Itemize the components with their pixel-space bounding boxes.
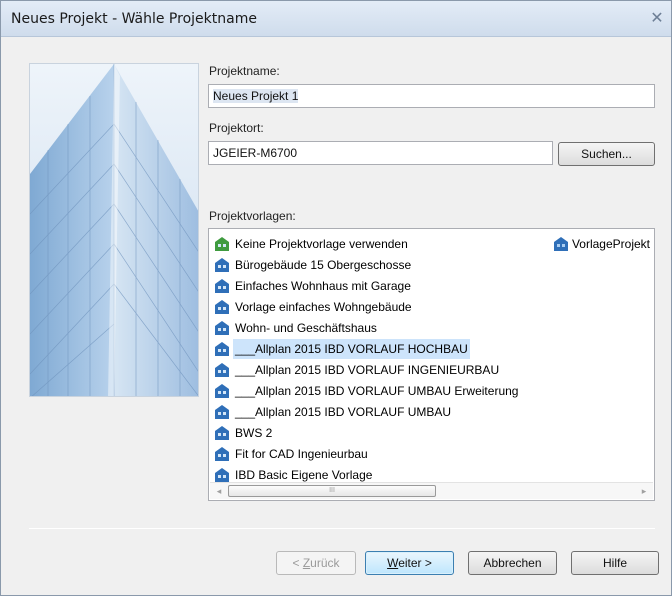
list-item-label: Keine Projektvorlage verwenden — [235, 237, 408, 251]
help-button[interactable]: Hilfe — [571, 551, 659, 575]
list-item-label: ___Allplan 2015 IBD VORLAUF UMBAU Erweit… — [235, 384, 519, 398]
building-blue-icon — [215, 321, 229, 335]
horizontal-scrollbar[interactable]: ◂ III ▸ — [210, 482, 653, 499]
building-blue-icon — [215, 342, 229, 356]
back-prefix: < — [292, 556, 303, 570]
list-item[interactable]: Fit for CAD Ingenieurbau — [213, 444, 370, 464]
scroll-grip-icon: III — [329, 487, 335, 494]
list-item-label: ___Allplan 2015 IBD VORLAUF UMBAU — [235, 405, 452, 419]
building-blue-icon — [215, 468, 229, 482]
cancel-button[interactable]: Abbrechen — [468, 551, 557, 575]
list-item-label: Wohn- und Geschäftshaus — [235, 321, 377, 335]
list-item[interactable]: BWS 2 — [213, 423, 274, 443]
building-blue-icon — [553, 237, 568, 251]
scroll-thumb[interactable]: III — [228, 485, 436, 497]
list-item[interactable]: ___Allplan 2015 IBD VORLAUF INGENIEURBAU — [213, 360, 501, 380]
building-illustration — [29, 63, 199, 397]
project-templates-label: Projektvorlagen: — [209, 209, 296, 223]
close-icon[interactable]: ✕ — [647, 9, 667, 29]
list-item-label: Einfaches Wohnhaus mit Garage — [235, 279, 411, 293]
new-project-dialog: Neues Projekt - Wähle Projektname ✕ Proj… — [0, 0, 672, 596]
next-rest: eiter > — [398, 556, 432, 570]
building-blue-icon — [215, 426, 229, 440]
list-item[interactable]: Wohn- und Geschäftshaus — [213, 318, 379, 338]
list-item[interactable]: ___Allplan 2015 IBD VORLAUF HOCHBAU — [213, 339, 470, 359]
cancel-label: Abbrechen — [483, 556, 542, 570]
footer-divider — [29, 528, 655, 529]
help-label: Hilfe — [602, 556, 627, 570]
project-name-label: Projektname: — [209, 64, 280, 78]
building-blue-icon — [215, 363, 229, 377]
list-item-label: ___Allplan 2015 IBD VORLAUF INGENIEURBAU — [235, 363, 500, 377]
building-blue-icon — [215, 279, 229, 293]
list-item[interactable]: ___Allplan 2015 IBD VORLAUF UMBAU — [213, 402, 453, 422]
back-rest: urück — [310, 556, 340, 570]
list-item-label: Fit for CAD Ingenieurbau — [235, 447, 368, 461]
back-button[interactable]: < Zurück — [276, 551, 356, 575]
building-blue-icon — [215, 384, 229, 398]
search-button-label: Suchen... — [581, 147, 632, 161]
project-location-input[interactable]: JGEIER-M6700 — [208, 141, 553, 165]
list-item-label: ___Allplan 2015 IBD VORLAUF HOCHBAU — [233, 339, 470, 359]
list-item-vorlageprojekt[interactable]: VorlageProjekt — [552, 234, 650, 254]
list-item[interactable]: Bürogebäude 15 Obergeschosse — [213, 255, 413, 275]
scroll-right-icon[interactable]: ▸ — [638, 485, 650, 497]
window-title: Neues Projekt - Wähle Projektname — [11, 11, 257, 27]
list-item-label: Bürogebäude 15 Obergeschosse — [235, 258, 412, 272]
template-list[interactable]: Keine Projektvorlage verwenden Bürogebäud… — [208, 228, 655, 501]
project-name-value: Neues Projekt 1 — [213, 89, 299, 103]
building-blue-icon — [215, 447, 229, 461]
building-blue-icon — [215, 258, 229, 272]
list-item[interactable]: Vorlage einfaches Wohngebäude — [213, 297, 414, 317]
building-green-icon — [215, 237, 229, 251]
list-item[interactable]: Einfaches Wohnhaus mit Garage — [213, 276, 413, 296]
list-item-label: BWS 2 — [235, 426, 273, 440]
scroll-left-icon[interactable]: ◂ — [213, 485, 225, 497]
next-mnemonic: W — [387, 556, 399, 570]
list-item-label: VorlageProjekt — [571, 237, 650, 251]
building-blue-icon — [215, 300, 229, 314]
title-bar[interactable]: Neues Projekt - Wähle Projektname ✕ — [1, 1, 671, 37]
building-blue-icon — [215, 405, 229, 419]
list-item[interactable]: Keine Projektvorlage verwenden — [213, 234, 410, 254]
project-location-value: JGEIER-M6700 — [213, 146, 298, 160]
project-location-label: Projektort: — [209, 121, 264, 135]
list-item[interactable]: ___Allplan 2015 IBD VORLAUF UMBAU Erweit… — [213, 381, 520, 401]
list-item-label: Vorlage einfaches Wohngebäude — [235, 300, 412, 314]
project-name-input[interactable]: Neues Projekt 1 — [208, 84, 655, 108]
search-button[interactable]: Suchen... — [558, 142, 655, 166]
next-button[interactable]: Weiter > — [365, 551, 454, 575]
